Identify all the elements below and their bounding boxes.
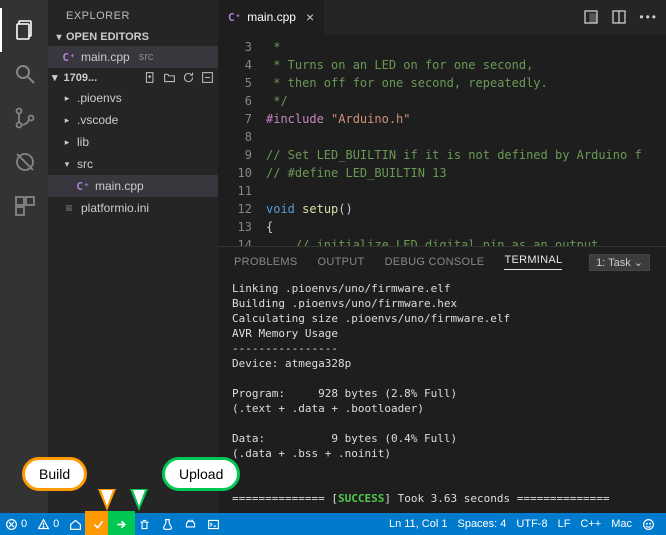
extensions-icon[interactable] bbox=[0, 184, 48, 228]
pio-build-button[interactable] bbox=[87, 513, 110, 535]
open-editors-header[interactable]: ▾OPEN EDITORS bbox=[48, 28, 218, 46]
split-preview-icon[interactable] bbox=[583, 9, 599, 25]
new-file-icon[interactable] bbox=[144, 71, 157, 84]
status-feedback-icon[interactable] bbox=[637, 518, 660, 531]
status-cursor[interactable]: Ln 11, Col 1 bbox=[384, 518, 453, 530]
open-editor-dir: src bbox=[139, 51, 154, 63]
file-tree: ▸.pioenvs▸.vscode▸lib▾srcC⁺main.cpp≡plat… bbox=[48, 87, 218, 225]
status-eol[interactable]: LF bbox=[553, 518, 576, 530]
folder-name: 1709... bbox=[64, 72, 98, 84]
terminal-output[interactable]: Linking .pioenvs/uno/firmware.elf Buildi… bbox=[218, 277, 666, 513]
debug-icon[interactable] bbox=[0, 140, 48, 184]
refresh-icon[interactable] bbox=[182, 71, 195, 84]
open-editor-filename: main.cpp bbox=[81, 50, 130, 64]
tree-row-lib[interactable]: ▸lib bbox=[48, 131, 218, 153]
panel-tab-terminal[interactable]: TERMINAL bbox=[504, 254, 562, 270]
source-control-icon[interactable] bbox=[0, 96, 48, 140]
pio-home-button[interactable] bbox=[64, 513, 87, 535]
tree-row-platformio-ini[interactable]: ≡platformio.ini bbox=[48, 197, 218, 219]
editor-tabbar: C⁺ main.cpp × ••• bbox=[218, 0, 666, 34]
pio-upload-button[interactable] bbox=[110, 513, 133, 535]
tree-row-src[interactable]: ▾src bbox=[48, 153, 218, 175]
search-icon[interactable] bbox=[0, 52, 48, 96]
pio-test-button[interactable] bbox=[156, 513, 179, 535]
open-editors-label: OPEN EDITORS bbox=[66, 31, 149, 43]
new-folder-icon[interactable] bbox=[163, 71, 176, 84]
tree-row--pioenvs[interactable]: ▸.pioenvs bbox=[48, 87, 218, 109]
status-spaces[interactable]: Spaces: 4 bbox=[452, 518, 511, 530]
pio-terminal-button[interactable] bbox=[202, 513, 225, 535]
callout-build: Build bbox=[22, 457, 87, 491]
task-selector[interactable]: 1: Task ⌄ bbox=[589, 254, 650, 271]
explorer-sidebar: EXPLORER ▾OPEN EDITORS C⁺ main.cpp src ▾… bbox=[48, 0, 218, 513]
code-editor[interactable]: 34567891011121314 * * Turns on an LED on… bbox=[218, 34, 666, 246]
panel-tabs: PROBLEMS OUTPUT DEBUG CONSOLE TERMINAL 1: Ta… bbox=[218, 247, 666, 277]
status-encoding[interactable]: UTF-8 bbox=[511, 518, 552, 530]
bottom-panel: PROBLEMS OUTPUT DEBUG CONSOLE TERMINAL 1: Ta… bbox=[218, 246, 666, 513]
collapse-icon[interactable] bbox=[201, 71, 214, 84]
close-icon[interactable]: × bbox=[306, 9, 314, 25]
folder-header[interactable]: ▾ 1709... bbox=[48, 68, 218, 87]
explorer-icon[interactable] bbox=[0, 8, 48, 52]
more-icon[interactable]: ••• bbox=[639, 10, 658, 24]
pio-clean-button[interactable] bbox=[133, 513, 156, 535]
panel-tab-debug-console[interactable]: DEBUG CONSOLE bbox=[385, 256, 485, 268]
open-editor-item[interactable]: C⁺ main.cpp src bbox=[48, 46, 218, 68]
status-bar: 0 0 Ln 11, Col 1 Spaces: 4 UTF-8 LF C++ … bbox=[0, 513, 666, 535]
tree-row--vscode[interactable]: ▸.vscode bbox=[48, 109, 218, 131]
status-os[interactable]: Mac bbox=[606, 518, 637, 530]
status-language[interactable]: C++ bbox=[575, 518, 606, 530]
tree-row-main-cpp[interactable]: C⁺main.cpp bbox=[48, 175, 218, 197]
tab-main-cpp[interactable]: C⁺ main.cpp × bbox=[218, 0, 325, 34]
panel-tab-output[interactable]: OUTPUT bbox=[318, 256, 365, 268]
sidebar-title: EXPLORER bbox=[48, 0, 218, 28]
split-editor-icon[interactable] bbox=[611, 9, 627, 25]
callout-upload: Upload bbox=[162, 457, 240, 491]
pio-serial-button[interactable] bbox=[179, 513, 202, 535]
status-errors[interactable]: 0 bbox=[0, 513, 32, 535]
status-warnings[interactable]: 0 bbox=[32, 513, 64, 535]
activity-bar bbox=[0, 0, 48, 513]
panel-tab-problems[interactable]: PROBLEMS bbox=[234, 256, 298, 268]
tab-label: main.cpp bbox=[247, 10, 296, 24]
